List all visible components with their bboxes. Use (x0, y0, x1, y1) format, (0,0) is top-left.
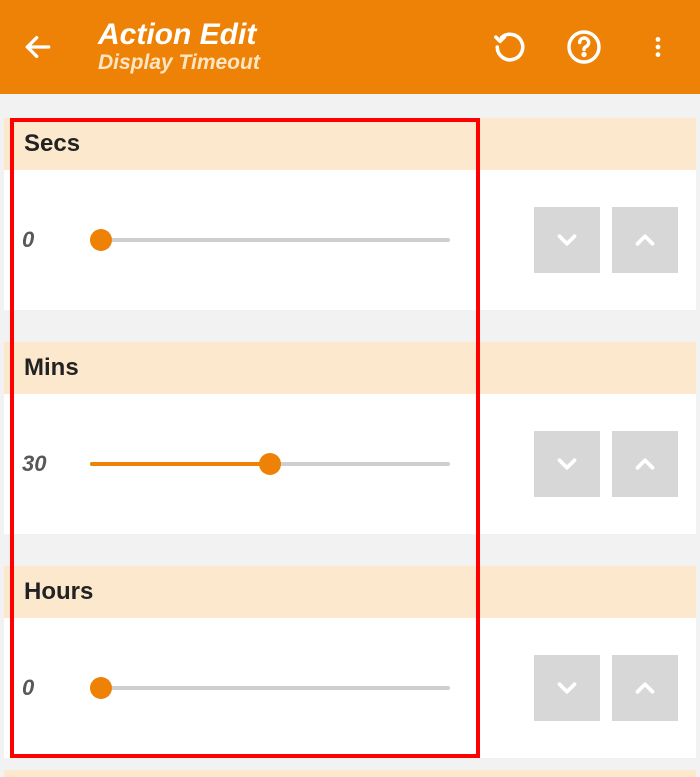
value-secs: 0 (22, 227, 82, 253)
slider-secs[interactable] (90, 220, 450, 260)
section-label-secs: Secs (4, 118, 696, 170)
back-button[interactable] (16, 25, 60, 69)
slider-mins-fill (90, 462, 270, 466)
content-area: Secs 0 Mins 30 (0, 94, 700, 777)
hours-decrement-button[interactable] (534, 655, 600, 721)
hours-increment-button[interactable] (612, 655, 678, 721)
undo-icon (493, 30, 527, 64)
section-label-hours: Hours (4, 566, 696, 618)
help-icon (566, 29, 602, 65)
app-bar: Action Edit Display Timeout (0, 0, 700, 94)
chevron-down-icon (552, 225, 582, 255)
help-button[interactable] (552, 15, 616, 79)
slider-secs-thumb[interactable] (90, 229, 112, 251)
mins-decrement-button[interactable] (534, 431, 600, 497)
row-hours: 0 (4, 618, 696, 758)
value-mins: 30 (22, 451, 82, 477)
chevron-up-icon (630, 449, 660, 479)
chevron-down-icon (552, 673, 582, 703)
slider-mins-thumb[interactable] (259, 453, 281, 475)
slider-hours[interactable] (90, 668, 450, 708)
row-mins: 30 (4, 394, 696, 534)
secs-decrement-button[interactable] (534, 207, 600, 273)
appbar-title: Action Edit (98, 19, 260, 51)
next-section-peek (4, 770, 696, 777)
appbar-titles: Action Edit Display Timeout (98, 19, 260, 75)
appbar-subtitle: Display Timeout (98, 51, 260, 75)
slider-hours-thumb[interactable] (90, 677, 112, 699)
chevron-up-icon (630, 225, 660, 255)
chevron-down-icon (552, 449, 582, 479)
reset-button[interactable] (478, 15, 542, 79)
row-secs: 0 (4, 170, 696, 310)
chevron-up-icon (630, 673, 660, 703)
secs-increment-button[interactable] (612, 207, 678, 273)
slider-mins[interactable] (90, 444, 450, 484)
arrow-left-icon (22, 31, 54, 63)
value-hours: 0 (22, 675, 82, 701)
section-label-mins: Mins (4, 342, 696, 394)
more-vert-icon (645, 34, 671, 60)
mins-increment-button[interactable] (612, 431, 678, 497)
overflow-menu-button[interactable] (626, 15, 690, 79)
